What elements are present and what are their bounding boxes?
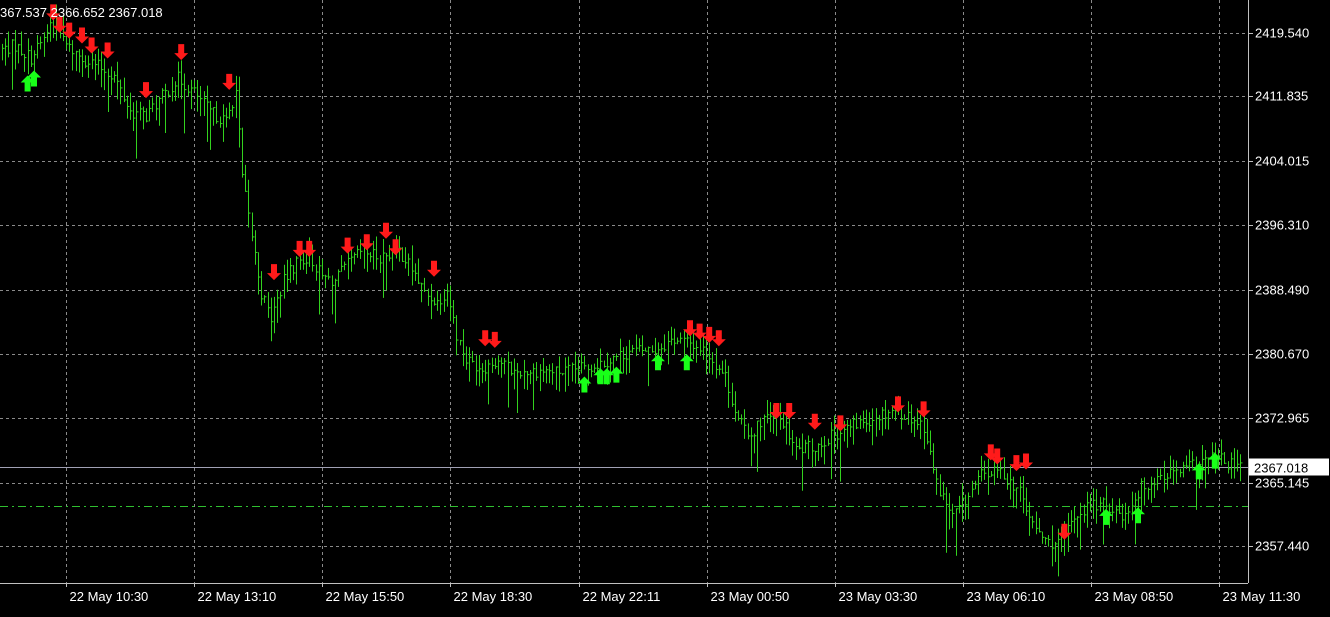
y-tick-label: 2396.310	[1255, 218, 1309, 233]
price-chart-canvas[interactable]: 2419.540 2411.835 2404.015 2396.310 2388.490…	[0, 0, 1330, 612]
x-tick-label: 23 May 00:50	[711, 589, 790, 604]
y-tick-label: 2404.015	[1255, 154, 1309, 169]
price-chart[interactable]: 2419.540 2411.835 2404.015 2396.310 2388.490…	[0, 0, 1330, 612]
x-tick-label: 22 May 10:30	[70, 589, 149, 604]
x-tick-label: 23 May 03:30	[839, 589, 918, 604]
x-tick-label: 22 May 22:11	[583, 589, 661, 604]
x-tick-label: 22 May 13:10	[198, 589, 277, 604]
y-tick-label: 2365.145	[1255, 476, 1309, 491]
y-tick-label: 2388.490	[1255, 283, 1309, 298]
y-tick-label: 2372.965	[1255, 411, 1309, 426]
x-tick-label: 23 May 06:10	[967, 589, 1046, 604]
y-tick-label: 2419.540	[1255, 26, 1309, 41]
y-tick-label: 2380.670	[1255, 347, 1309, 362]
ohlc-readout: 367.537 2366.652 2367.018	[0, 5, 163, 20]
x-tick-label: 23 May 11:30	[1223, 589, 1301, 604]
x-tick-label: 22 May 15:50	[326, 589, 405, 604]
current-price-label: 2367.018	[1254, 461, 1308, 476]
y-tick-label: 2357.440	[1255, 539, 1309, 554]
chart-background	[0, 0, 1330, 612]
y-tick-label: 2411.835	[1255, 89, 1308, 104]
x-tick-label: 23 May 08:50	[1095, 589, 1174, 604]
x-tick-label: 22 May 18:30	[454, 589, 533, 604]
